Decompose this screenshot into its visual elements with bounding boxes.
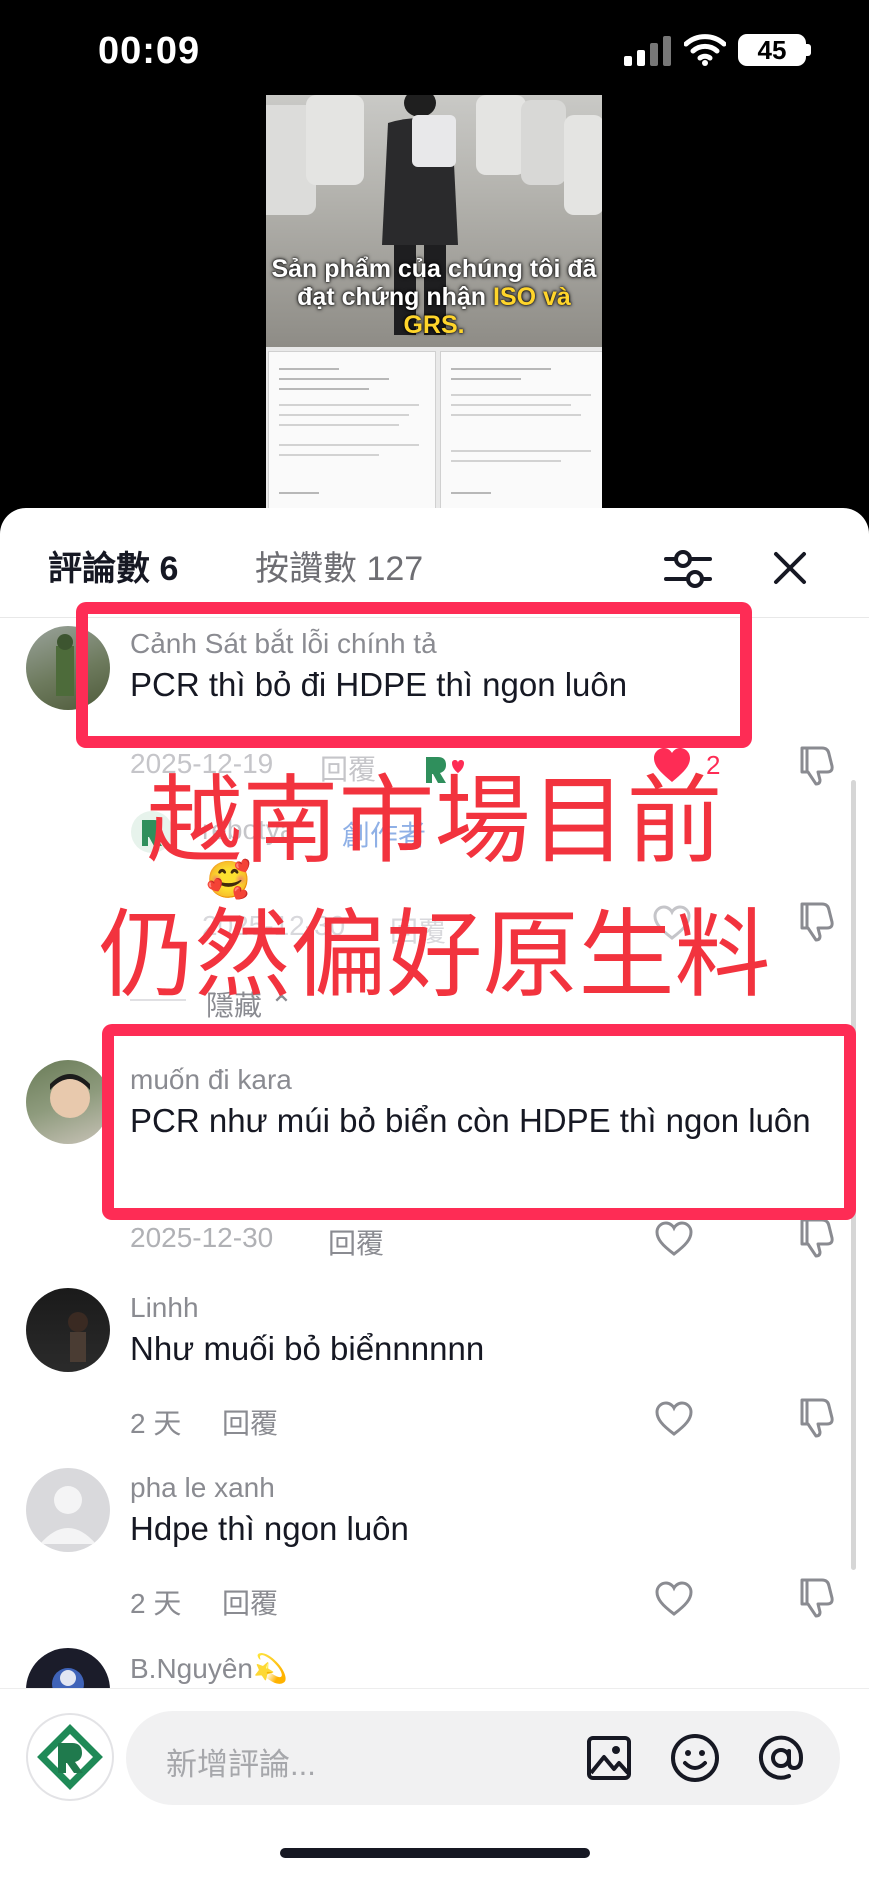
battery-icon: 45: [738, 34, 806, 66]
certificate-right: [440, 351, 602, 515]
comment-username[interactable]: Linhh: [130, 1292, 199, 1324]
reply-button[interactable]: 回覆: [328, 1222, 384, 1262]
certificate-left: [268, 351, 436, 515]
highlight-box: [102, 1024, 856, 1220]
cellular-signal-icon: [624, 36, 671, 66]
overlay-annotation-line1: 越南市場目前: [146, 765, 723, 877]
avatar[interactable]: [26, 1288, 110, 1372]
dislike-icon[interactable]: [794, 1576, 836, 1618]
home-indicator: [280, 1848, 590, 1858]
video-thumbnail[interactable]: Sản phẩm của chúng tôi đã đạt chứng nhận…: [266, 95, 602, 515]
dislike-icon[interactable]: [794, 1396, 836, 1438]
battery-tip: [806, 44, 811, 56]
highlight-box: [76, 602, 752, 748]
like-heart-icon[interactable]: [654, 1220, 694, 1258]
comment-username[interactable]: pha le xanh: [130, 1472, 275, 1504]
comment-date: 2 天: [130, 1408, 182, 1439]
avatar[interactable]: [26, 1060, 110, 1144]
certificates-image: [266, 347, 602, 515]
comment-date: 2025-12-30: [130, 1222, 274, 1253]
filter-icon[interactable]: [664, 546, 712, 592]
comment-text: Hdpe thì ngon luôn: [130, 1510, 409, 1547]
comment-text: Như muối bỏ biểnnnnnn: [130, 1330, 485, 1367]
status-time: 00:09: [98, 30, 201, 72]
emoji-icon[interactable]: [670, 1733, 720, 1783]
default-avatar-icon[interactable]: [26, 1468, 110, 1552]
comment-input[interactable]: 新增評論...: [126, 1711, 840, 1805]
battery-level: 45: [757, 35, 787, 65]
like-heart-icon[interactable]: [654, 1400, 694, 1438]
comment-input-placeholder: 新增評論...: [166, 1747, 316, 1782]
tab-comments[interactable]: 評論數 6: [48, 548, 178, 590]
comment-username[interactable]: B.Nguyên💫: [130, 1652, 288, 1685]
mention-icon[interactable]: [756, 1733, 806, 1783]
status-bar: 00:09 45: [0, 0, 869, 100]
current-user-avatar[interactable]: [26, 1713, 114, 1801]
wifi-icon: [684, 34, 726, 66]
reply-button[interactable]: 回覆: [222, 1582, 278, 1622]
close-icon[interactable]: [770, 548, 810, 588]
image-icon[interactable]: [586, 1735, 632, 1781]
tab-likes[interactable]: 按讚數 127: [255, 548, 423, 590]
comment-date: 2 天: [130, 1588, 182, 1619]
overlay-annotation-line2: 仍然偏好原生料: [98, 899, 771, 1011]
video-caption: Sản phẩm của chúng tôi đã đạt chứng nhận…: [266, 255, 602, 339]
reply-button[interactable]: 回覆: [222, 1402, 278, 1442]
dislike-icon[interactable]: [794, 1216, 836, 1258]
like-heart-icon[interactable]: [654, 1580, 694, 1618]
